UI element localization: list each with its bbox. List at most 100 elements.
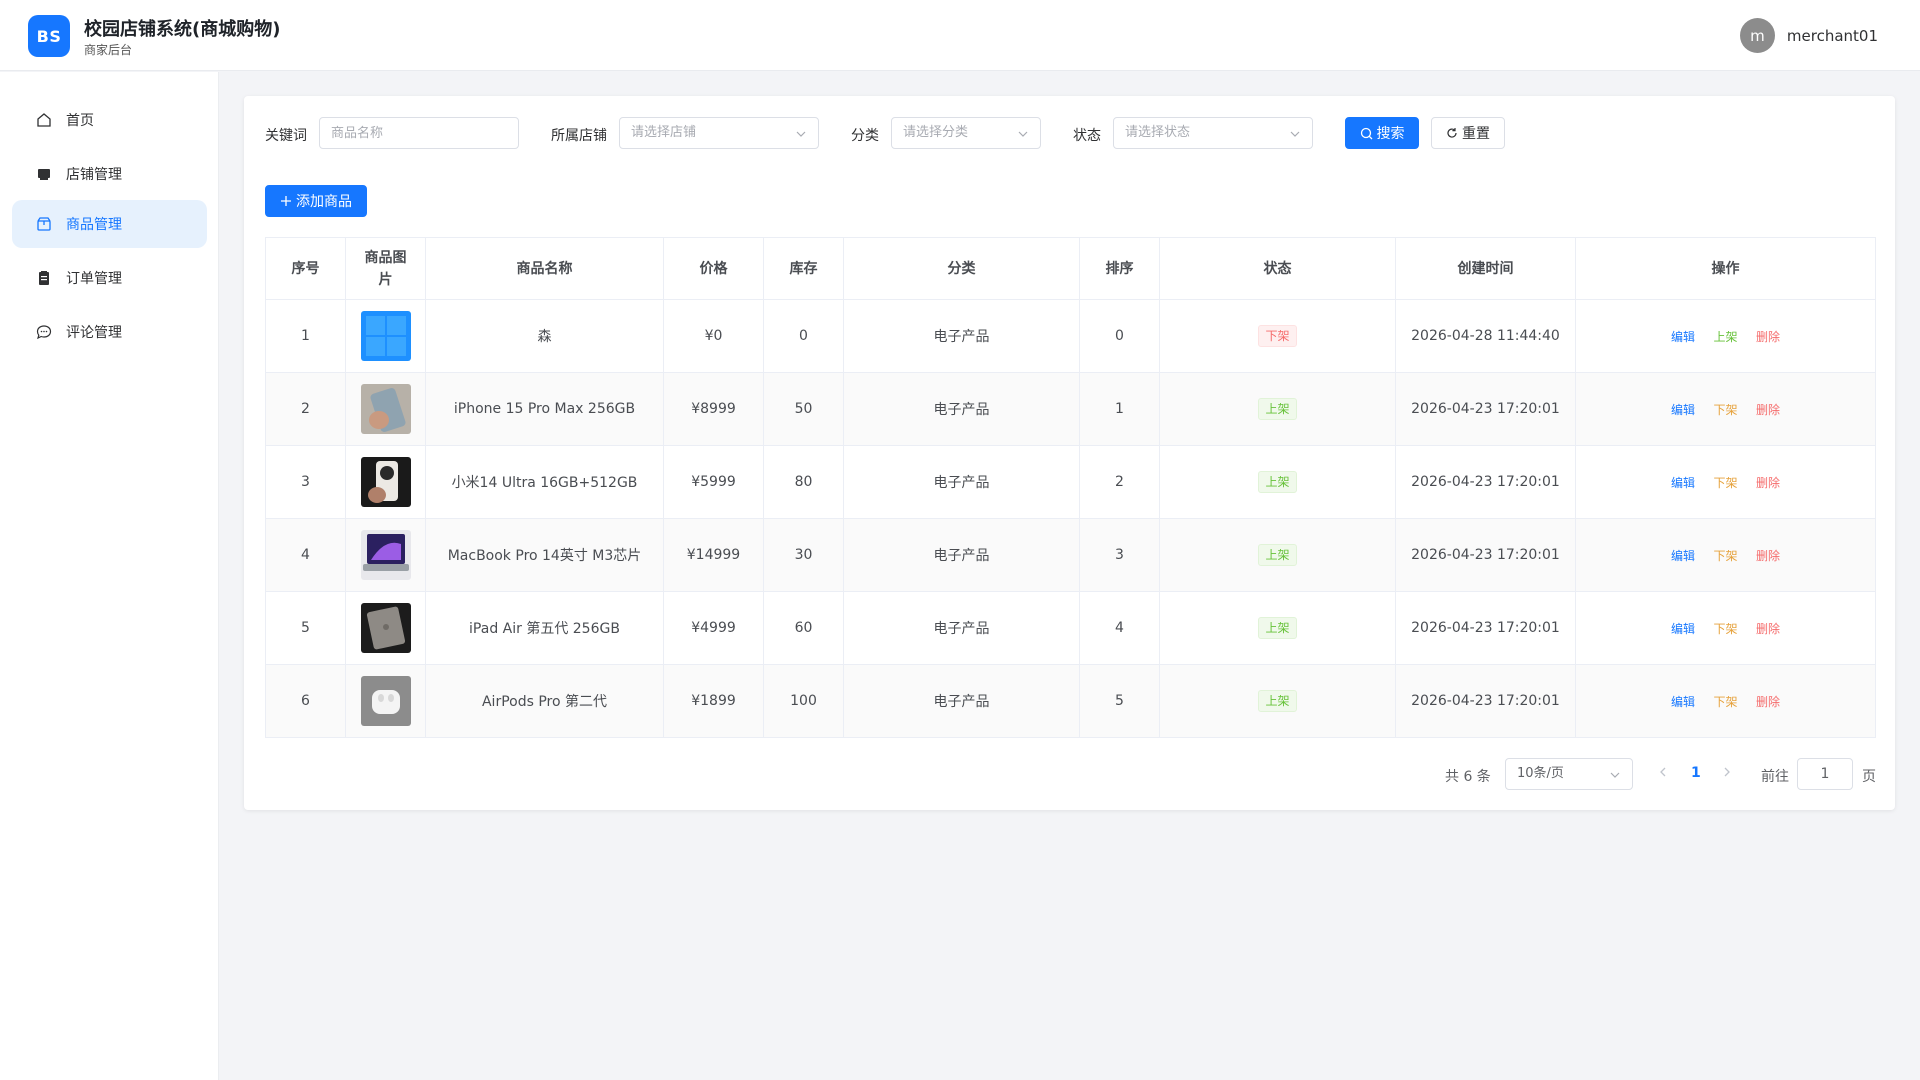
- product-image-cell: [345, 664, 426, 738]
- chevron-down-icon: [1610, 772, 1620, 778]
- sidebar-item-orders[interactable]: 订单管理: [12, 254, 207, 302]
- edit-link[interactable]: 编辑: [1671, 695, 1695, 709]
- column-header: 创建时间: [1395, 237, 1576, 300]
- edit-link[interactable]: 编辑: [1671, 330, 1695, 344]
- sidebar-item-store[interactable]: 店铺管理: [12, 150, 207, 198]
- status-cell: 上架: [1159, 664, 1396, 738]
- page-size-select[interactable]: 10条/页: [1505, 758, 1633, 790]
- status-cell: 上架: [1159, 591, 1396, 665]
- status-badge: 上架: [1258, 617, 1297, 639]
- row-index: 2: [265, 372, 346, 446]
- product-thumbnail[interactable]: [360, 457, 411, 507]
- column-header: 库存: [763, 237, 844, 300]
- status-select[interactable]: 请选择状态: [1113, 117, 1313, 149]
- edit-link[interactable]: 编辑: [1671, 403, 1695, 417]
- delete-link[interactable]: 删除: [1756, 549, 1780, 563]
- keyword-input[interactable]: [319, 117, 519, 149]
- user-menu[interactable]: m merchant01: [1739, 18, 1878, 53]
- product-sort: 4: [1079, 591, 1160, 665]
- table-row: 4 MacBook Pro 14英寸 M3芯片 ¥14999 30 电子产品 3…: [265, 518, 1876, 592]
- row-index: 6: [265, 664, 346, 738]
- created-time: 2026-04-23 17:20:01: [1395, 591, 1576, 665]
- app-subtitle: 商家后台: [84, 43, 133, 57]
- delete-link[interactable]: 删除: [1756, 622, 1780, 636]
- app-title: 校园店铺系统(商城购物): [84, 19, 281, 40]
- status-badge: 上架: [1258, 690, 1297, 712]
- chevron-left-icon: [1660, 767, 1666, 777]
- toggle-status-link[interactable]: 下架: [1713, 549, 1737, 563]
- delete-link[interactable]: 删除: [1756, 476, 1780, 490]
- goto-page-input[interactable]: [1797, 758, 1853, 790]
- sidebar-item-home[interactable]: 首页: [12, 96, 207, 144]
- shop-select-placeholder: 请选择店铺: [631, 125, 697, 140]
- sidebar-item-label: 店铺管理: [66, 167, 122, 183]
- product-category: 电子产品: [843, 518, 1080, 592]
- product-name: 小米14 Ultra 16GB+512GB: [425, 445, 664, 519]
- product-sort: 0: [1079, 299, 1160, 373]
- app-logo: BS: [28, 15, 70, 57]
- chevron-down-icon: [796, 131, 806, 137]
- product-stock: 80: [763, 445, 844, 519]
- sidebar-item-products[interactable]: 商品管理: [12, 200, 207, 248]
- search-button-label: 搜索: [1376, 126, 1405, 142]
- status-badge: 上架: [1258, 471, 1297, 493]
- product-name: 森: [425, 299, 664, 373]
- product-name: iPad Air 第五代 256GB: [425, 591, 664, 665]
- delete-link[interactable]: 删除: [1756, 403, 1780, 417]
- row-index: 5: [265, 591, 346, 665]
- product-price: ¥1899: [663, 664, 764, 738]
- chevron-down-icon: [1018, 131, 1028, 137]
- product-thumbnail[interactable]: [360, 311, 411, 361]
- delete-link[interactable]: 删除: [1756, 695, 1780, 709]
- category-select[interactable]: 请选择分类: [891, 117, 1041, 149]
- page-suffix: 页: [1862, 769, 1876, 785]
- sidebar-item-reviews[interactable]: 评论管理: [12, 308, 207, 356]
- actions-cell: 编辑 下架 删除: [1575, 664, 1876, 738]
- actions-cell: 编辑 下架 删除: [1575, 591, 1876, 665]
- product-thumbnail[interactable]: [360, 676, 411, 726]
- username[interactable]: merchant01: [1787, 27, 1878, 45]
- product-price: ¥14999: [663, 518, 764, 592]
- status-cell: 上架: [1159, 445, 1396, 519]
- keyword-label: 关键词: [265, 128, 307, 144]
- delete-link[interactable]: 删除: [1756, 330, 1780, 344]
- created-time: 2026-04-28 11:44:40: [1395, 299, 1576, 373]
- product-image-cell: [345, 445, 426, 519]
- status-badge: 上架: [1258, 544, 1297, 566]
- table-row: 5 iPad Air 第五代 256GB ¥4999 60 电子产品 4 上架 …: [265, 591, 1876, 665]
- sidebar-item-label: 商品管理: [66, 217, 122, 233]
- edit-link[interactable]: 编辑: [1671, 622, 1695, 636]
- shop-label: 所属店铺: [551, 128, 607, 144]
- table-header-row: 序号 商品图片 商品名称 价格 库存 分类 排序 状态 创建时间 操作: [265, 237, 1876, 300]
- sidebar-item-label: 评论管理: [66, 325, 122, 341]
- product-thumbnail[interactable]: [360, 530, 411, 580]
- toggle-status-link[interactable]: 下架: [1713, 695, 1737, 709]
- reset-button[interactable]: 重置: [1431, 117, 1505, 149]
- status-badge: 下架: [1258, 325, 1297, 347]
- toggle-status-link[interactable]: 下架: [1713, 622, 1737, 636]
- shop-select[interactable]: 请选择店铺: [619, 117, 819, 149]
- prev-page-button[interactable]: [1658, 766, 1668, 782]
- box-icon: [34, 214, 54, 234]
- avatar[interactable]: m: [1739, 18, 1775, 53]
- chevron-right-icon: [1724, 767, 1730, 777]
- toggle-status-link[interactable]: 下架: [1713, 403, 1737, 417]
- page-number-current[interactable]: 1: [1691, 765, 1701, 781]
- product-price: ¥4999: [663, 591, 764, 665]
- product-sort: 2: [1079, 445, 1160, 519]
- edit-link[interactable]: 编辑: [1671, 476, 1695, 490]
- next-page-button[interactable]: [1722, 766, 1732, 782]
- edit-link[interactable]: 编辑: [1671, 549, 1695, 563]
- home-icon: [34, 110, 54, 130]
- product-image-cell: [345, 591, 426, 665]
- product-image-cell: [345, 372, 426, 446]
- product-thumbnail[interactable]: [360, 384, 411, 434]
- toggle-status-link[interactable]: 上架: [1713, 330, 1737, 344]
- search-button[interactable]: 搜索: [1345, 117, 1419, 149]
- add-product-button[interactable]: 添加商品: [265, 185, 367, 217]
- created-time: 2026-04-23 17:20:01: [1395, 518, 1576, 592]
- product-sort: 5: [1079, 664, 1160, 738]
- toggle-status-link[interactable]: 下架: [1713, 476, 1737, 490]
- status-cell: 下架: [1159, 299, 1396, 373]
- product-thumbnail[interactable]: [360, 603, 411, 653]
